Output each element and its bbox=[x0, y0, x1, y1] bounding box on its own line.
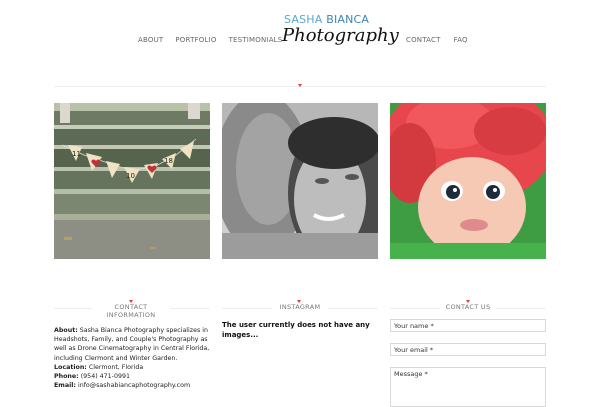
about-text: Sasha Bianca Photography specializes in … bbox=[54, 327, 210, 362]
about-label: About: bbox=[54, 327, 78, 334]
email-label: Email: bbox=[54, 382, 76, 390]
nav-portfolio[interactable]: PORTFOLIO bbox=[175, 36, 216, 44]
message-field[interactable]: Message * bbox=[390, 367, 546, 407]
nav-about[interactable]: ABOUT bbox=[138, 36, 163, 44]
nav-testimonials[interactable]: TESTIMONIALS bbox=[229, 36, 283, 44]
couple-photo-image bbox=[222, 103, 378, 259]
contact-us-title: CONTACT US bbox=[440, 303, 496, 311]
instagram-title: INSTAGRAM bbox=[272, 303, 328, 311]
email-field[interactable]: Your email * bbox=[390, 343, 546, 356]
nav-faq[interactable]: FAQ bbox=[454, 36, 468, 44]
bunting-number-11: 11 bbox=[72, 150, 81, 158]
phone-value[interactable]: (954) 471-0991 bbox=[81, 373, 130, 380]
about-paragraph: About: Sasha Bianca Photography speciali… bbox=[54, 326, 214, 363]
bunting-number-10: 10 bbox=[126, 172, 135, 180]
gallery-photo-baby[interactable] bbox=[390, 103, 546, 259]
baby-photo-image bbox=[390, 103, 546, 259]
phone-line: Phone: (954) 471-0991 bbox=[54, 372, 214, 381]
nav-contact[interactable]: CONTACT bbox=[406, 36, 441, 44]
bunting-number-18: 18 bbox=[164, 157, 173, 165]
phone-label: Phone: bbox=[54, 373, 79, 381]
contact-info-body: About: Sasha Bianca Photography speciali… bbox=[54, 326, 214, 390]
location-line: Location: Clermont, Florida bbox=[54, 363, 214, 372]
logo-script: Photography bbox=[282, 25, 399, 46]
name-field[interactable]: Your name * bbox=[390, 319, 546, 332]
location-label: Location: bbox=[54, 363, 87, 371]
main-nav-left: ABOUT PORTFOLIO TESTIMONIALS bbox=[138, 36, 282, 44]
email-line: Email: info@sashabiancaphotography.com bbox=[54, 381, 214, 390]
email-value[interactable]: info@sashabiancaphotography.com bbox=[78, 382, 190, 389]
location-value: Clermont, Florida bbox=[88, 363, 144, 371]
site-logo[interactable]: SASHA BIANCA Photography bbox=[282, 14, 399, 58]
main-nav-right: CONTACT FAQ bbox=[406, 36, 468, 44]
header-caret-icon bbox=[298, 84, 302, 87]
instagram-empty-message: The user currently does not have any ima… bbox=[222, 321, 370, 339]
contact-info-title: CONTACT INFORMATION bbox=[92, 303, 170, 319]
gallery-photo-couple[interactable] bbox=[222, 103, 378, 259]
gallery-photo-steps[interactable]: 11 10 18 bbox=[54, 103, 210, 259]
steps-photo-image: 11 10 18 bbox=[54, 103, 210, 259]
